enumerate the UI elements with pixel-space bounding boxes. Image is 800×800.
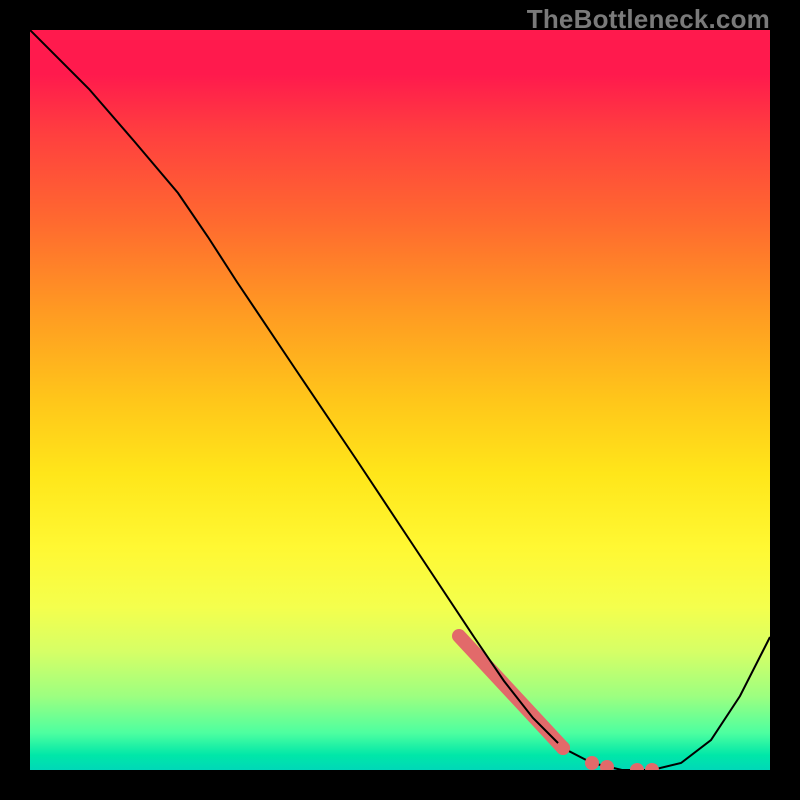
highlight-dot <box>630 763 644 770</box>
bottleneck-curve <box>30 30 770 770</box>
highlight-dot <box>585 756 599 770</box>
chart-stage: TheBottleneck.com <box>0 0 800 800</box>
plot-area <box>30 30 770 770</box>
highlight-dot <box>600 760 614 770</box>
highlight-dot <box>645 763 659 770</box>
plot-svg <box>30 30 770 770</box>
highlight-dot <box>556 741 570 755</box>
